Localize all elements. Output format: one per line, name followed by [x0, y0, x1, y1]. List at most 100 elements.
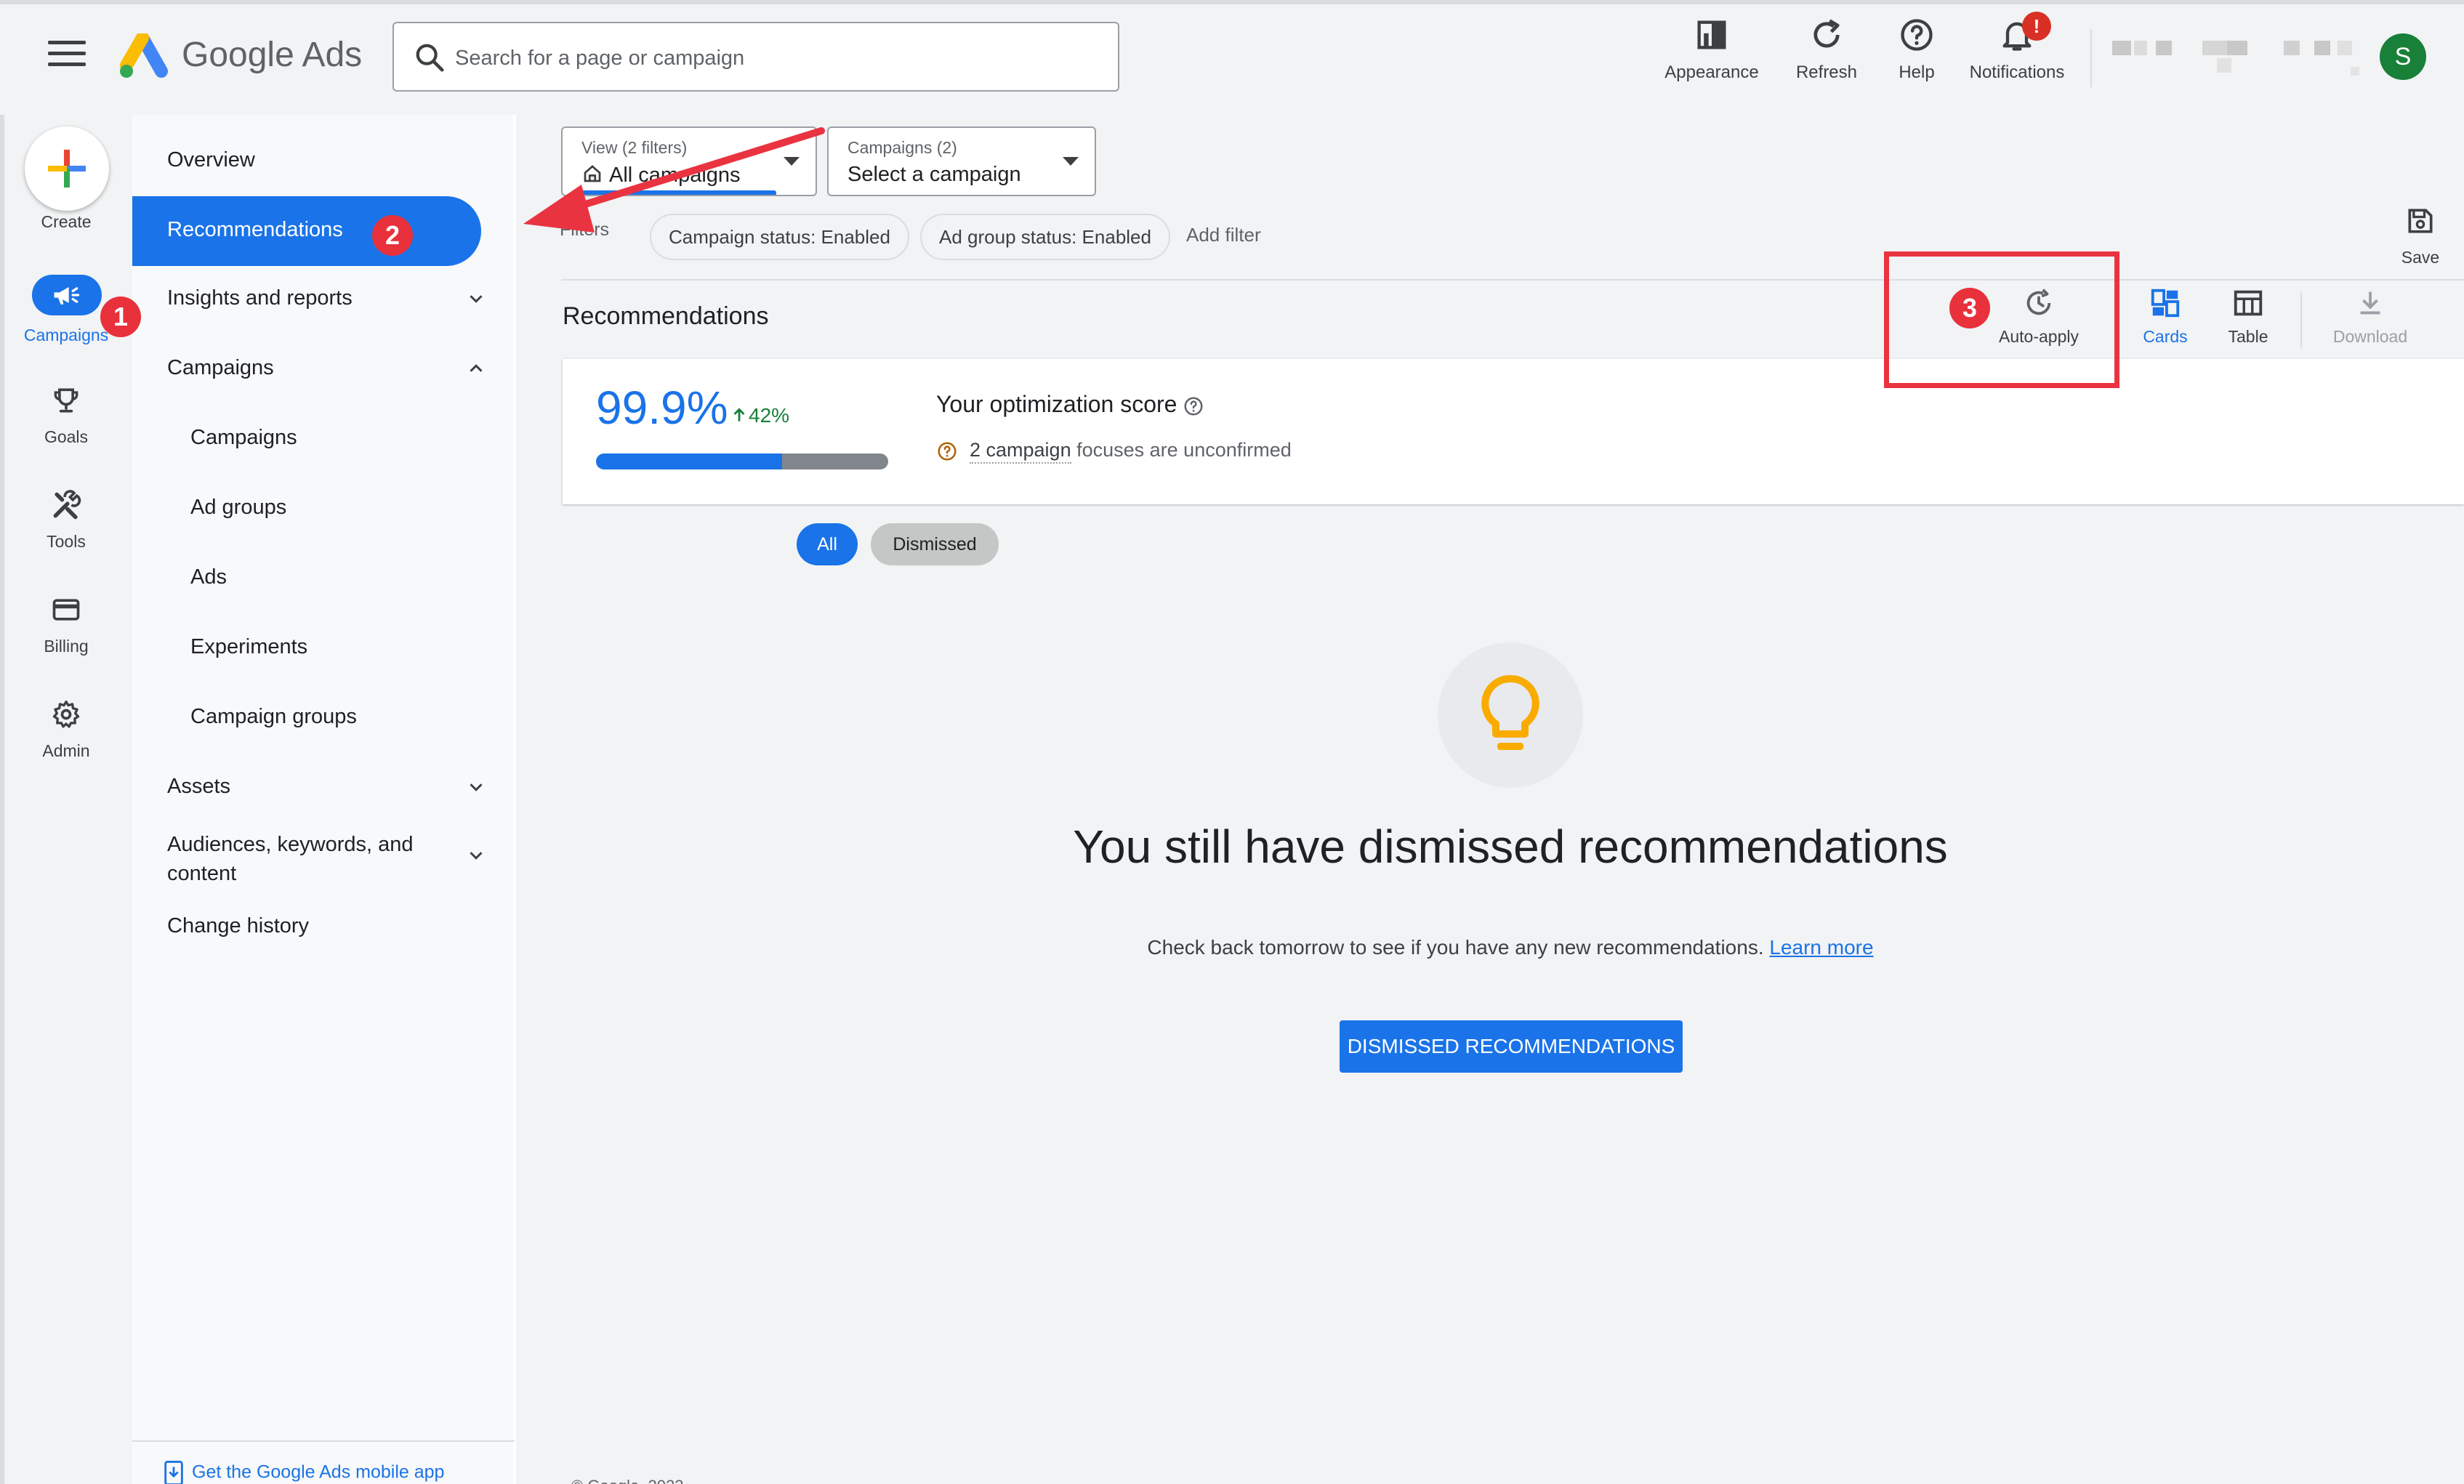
rail-item-admin[interactable]: Admin [0, 696, 132, 791]
google-ads-logo-icon [120, 33, 168, 78]
nav-item-assets[interactable]: Assets [167, 775, 509, 799]
side-navigation: Overview Recommendations Insights and re… [132, 115, 515, 1484]
help-icon[interactable] [1183, 395, 1204, 417]
nav-item-experiments[interactable]: Experiments [190, 635, 532, 659]
search-box[interactable] [392, 22, 1119, 92]
nav-item-ads[interactable]: Ads [190, 565, 532, 589]
nav-item-change-history[interactable]: Change history [167, 914, 509, 938]
nav-item-label: Campaigns [167, 356, 274, 379]
appearance-icon [1697, 20, 1726, 49]
create-label: Create [41, 212, 92, 231]
nav-item-label: Assets [167, 775, 231, 798]
campaign-select-dropdown[interactable]: Campaigns (2) Select a campaign [827, 126, 1096, 196]
nav-item-label: content [167, 862, 237, 885]
cards-icon [2151, 289, 2180, 318]
score-heading: Your optimization score [936, 391, 1204, 418]
top-bar: Google Ads Appearance Refresh Help [0, 0, 2464, 115]
create-button[interactable] [25, 126, 109, 211]
score-uplift-value: 42% [749, 404, 790, 427]
download-button[interactable]: Download [2316, 286, 2425, 347]
appearance-label: Appearance [1664, 62, 1759, 82]
rail-item-label: Tools [47, 532, 86, 551]
phone-download-icon [164, 1461, 183, 1484]
tab-dismissed[interactable]: Dismissed [871, 523, 999, 565]
save-button[interactable]: Save [2384, 205, 2457, 267]
view-value: All campaigns [609, 164, 741, 187]
rail-item-goals[interactable]: Goals [0, 382, 132, 477]
rail-item-label: Billing [44, 637, 89, 656]
mobile-app-link[interactable]: Get the Google Ads mobile app [163, 1461, 444, 1484]
chevron-down-icon [470, 295, 483, 303]
plus-icon [48, 150, 86, 187]
question-circle-icon [938, 442, 957, 461]
toolbar-divider [2300, 292, 2302, 349]
nav-item-overview[interactable]: Overview [167, 148, 509, 172]
score-progress-bar [596, 453, 888, 469]
avatar[interactable]: S [2380, 33, 2426, 80]
notifications-button[interactable]: ! Notifications [1955, 12, 2079, 83]
download-label: Download [2332, 327, 2408, 346]
chevron-down-icon [470, 783, 483, 791]
arrow-up-icon [733, 408, 745, 422]
appearance-button[interactable]: Appearance [1650, 16, 1773, 83]
score-value: 99.9% [596, 382, 728, 434]
search-input[interactable] [455, 38, 1095, 78]
campaign-count-link[interactable]: 2 campaign [970, 439, 1071, 464]
unconfirmed-focus-notice: 2 campaign focuses are unconfirmed [936, 439, 1292, 464]
filter-chip-ad-group-status[interactable]: Ad group status: Enabled [920, 214, 1170, 260]
nav-item-campaign-groups[interactable]: Campaign groups [190, 705, 532, 729]
annotation-highlight-box [1884, 251, 2119, 388]
empty-state-illustration [1438, 642, 1583, 788]
score-progress-fill [596, 453, 782, 469]
caret-down-icon [1063, 157, 1079, 166]
rail-item-label: Admin [42, 741, 90, 760]
download-icon [2360, 291, 2380, 315]
mobile-app-label: Get the Google Ads mobile app [192, 1461, 445, 1483]
notification-badge: ! [2022, 12, 2051, 41]
nav-item-label: Insights and reports [167, 286, 353, 310]
account-info-redacted[interactable] [2108, 38, 2370, 81]
toolbar-divider [2090, 29, 2092, 87]
notifications-label: Notifications [1969, 62, 2065, 82]
nav-item-label: Audiences, keywords, and [167, 833, 414, 856]
save-icon [2408, 209, 2433, 233]
learn-more-link[interactable]: Learn more [1769, 936, 1873, 959]
brand-name: Google Ads [182, 36, 363, 74]
main-menu-button[interactable] [48, 41, 86, 73]
filter-chip-campaign-status[interactable]: Campaign status: Enabled [650, 214, 909, 260]
chevron-down-icon [470, 852, 483, 860]
nav-item-ad-groups[interactable]: Ad groups [190, 496, 532, 520]
dropdown-caption: Campaigns (2) [847, 138, 957, 157]
nav-group-campaigns[interactable]: Campaigns [167, 356, 509, 380]
notice-text: focuses are unconfirmed [1071, 439, 1292, 461]
main-content: View (2 filters) All campaigns Campaigns… [516, 115, 2464, 1484]
dismissed-recommendations-button[interactable]: DISMISSED RECOMMENDATIONS [1340, 1020, 1683, 1073]
nav-item-insights[interactable]: Insights and reports [167, 286, 509, 310]
lightbulb-icon [1481, 674, 1539, 750]
save-label: Save [2401, 248, 2440, 267]
empty-state-title: You still have dismissed recommendations [1073, 820, 1948, 873]
empty-state-text: Check back tomorrow to see if you have a… [1147, 936, 1764, 959]
rail-item-billing[interactable]: Billing [0, 592, 132, 686]
nav-item-recommendations[interactable]: Recommendations [132, 196, 481, 266]
megaphone-icon [54, 287, 80, 305]
nav-item-audiences[interactable]: Audiences, keywords, and content [167, 830, 509, 888]
tab-all[interactable]: All [797, 523, 858, 565]
divider [561, 279, 2464, 281]
gear-icon [52, 700, 80, 728]
dropdown-value: All campaigns [581, 163, 741, 187]
tools-icon [53, 490, 81, 520]
rail-item-tools[interactable]: Tools [0, 487, 132, 581]
credit-card-icon [52, 599, 80, 621]
copyright: © Google, 2023 [571, 1477, 683, 1484]
help-icon [1901, 19, 1933, 51]
active-underline [581, 190, 776, 195]
trophy-icon [54, 388, 78, 413]
window-frame [0, 0, 2464, 4]
table-view-button[interactable]: Table [2194, 286, 2303, 347]
refresh-icon [1813, 19, 1840, 48]
empty-state-subtitle: Check back tomorrow to see if you have a… [516, 936, 2464, 959]
nav-item-campaigns[interactable]: Campaigns [190, 426, 532, 450]
add-filter-button[interactable]: Add filter [1186, 224, 1261, 246]
view-filter-dropdown[interactable]: View (2 filters) All campaigns [561, 126, 817, 196]
